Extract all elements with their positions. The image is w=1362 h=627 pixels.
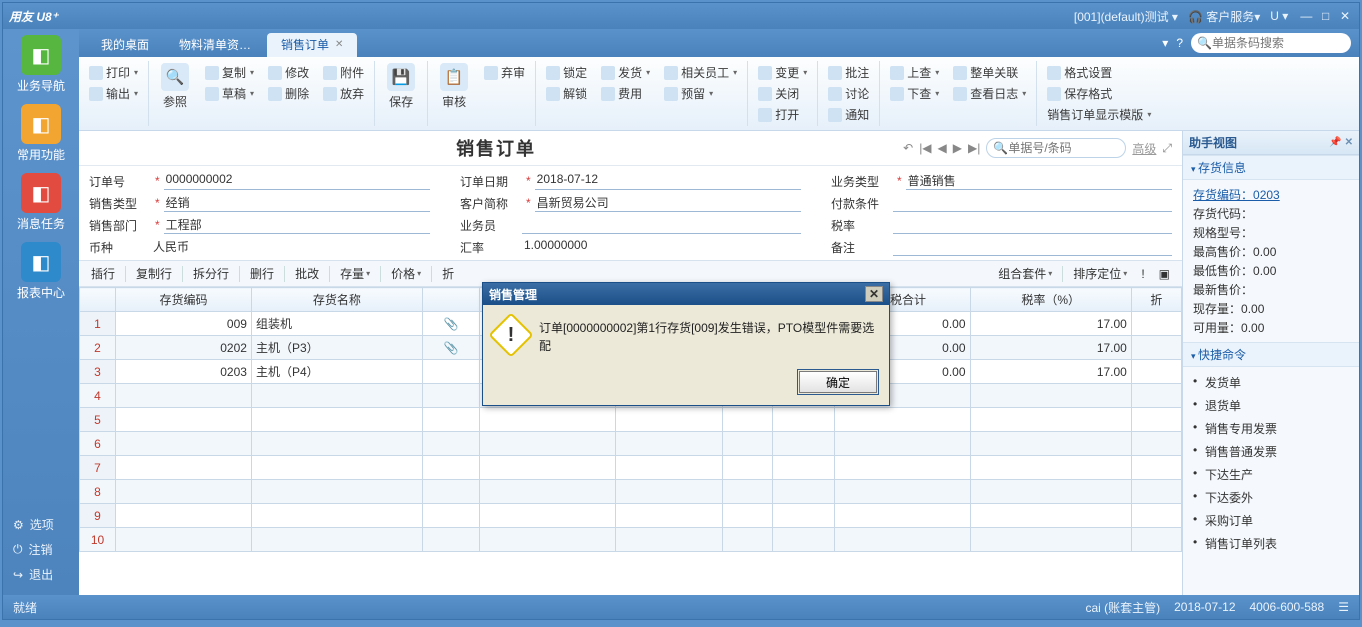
warning-icon: ! [488,312,533,357]
dialog-message: 订单[0000000002]第1行存货[009]发生错误，PTO模型件需要选配 [539,319,877,355]
error-dialog: 销售管理 ✕ ! 订单[0000000002]第1行存货[009]发生错误，PTO… [482,282,890,406]
dialog-ok-button[interactable]: 确定 [799,371,877,393]
dialog-close[interactable]: ✕ [865,286,883,302]
dialog-title: 销售管理 [489,286,537,303]
